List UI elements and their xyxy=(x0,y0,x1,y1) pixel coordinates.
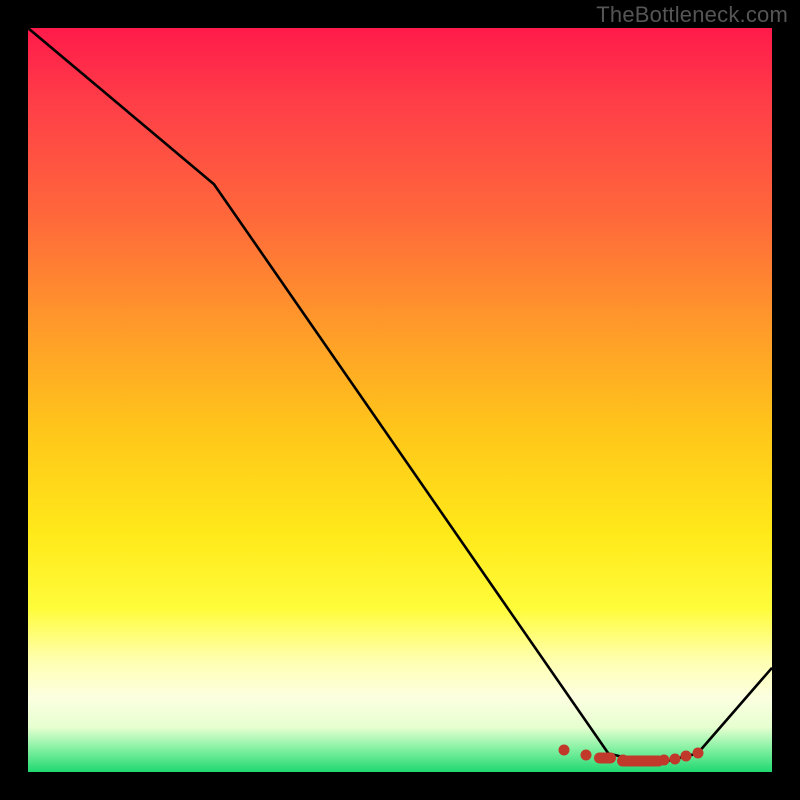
chart-marker xyxy=(581,749,592,760)
chart-plot-area xyxy=(28,28,772,772)
chart-marker xyxy=(659,755,670,766)
chart-marker xyxy=(670,753,681,764)
chart-marker xyxy=(692,748,703,759)
chart-marker xyxy=(594,752,616,763)
chart-marker xyxy=(558,744,569,755)
attribution-text: TheBottleneck.com xyxy=(596,2,788,28)
chart-line-layer xyxy=(28,28,772,772)
chart-marker xyxy=(681,751,692,762)
chart-main-curve xyxy=(28,28,772,761)
